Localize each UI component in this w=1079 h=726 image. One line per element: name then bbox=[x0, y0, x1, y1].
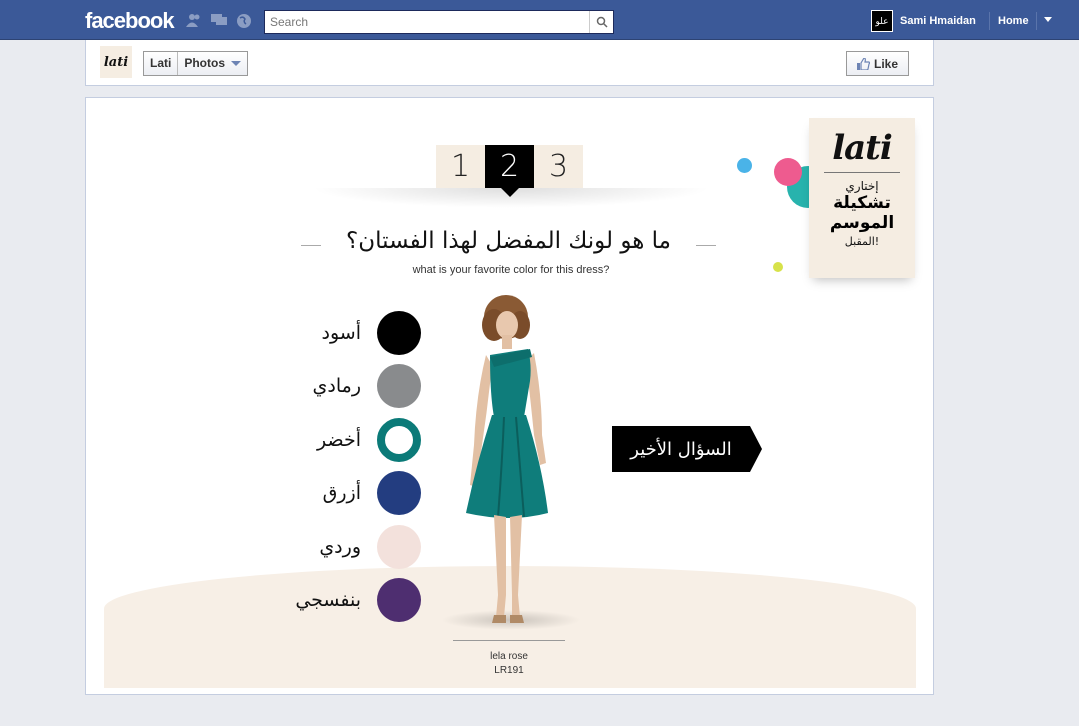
color-option-gray[interactable]: رمادي bbox=[236, 364, 421, 408]
badge-divider bbox=[824, 172, 900, 173]
facebook-top-bar: facebook علو Sami Hmaidan Home bbox=[0, 0, 1079, 40]
quiz-app-card: 1 2 3 ما هو لونك المفضل لهذا الفستان؟ wh… bbox=[85, 97, 934, 695]
chevron-down-icon bbox=[231, 61, 242, 66]
like-button[interactable]: Like bbox=[846, 51, 909, 76]
topbar-divider bbox=[989, 12, 990, 30]
breadcrumb-page-link[interactable]: Lati bbox=[144, 52, 179, 75]
model-in-dress-image bbox=[466, 295, 548, 623]
color-swatch-gray[interactable] bbox=[377, 364, 421, 408]
thumbs-up-icon bbox=[856, 57, 870, 70]
search-icon bbox=[596, 16, 608, 28]
color-option-black[interactable]: أسود bbox=[236, 311, 421, 355]
color-option-blue[interactable]: أزرق bbox=[236, 471, 421, 515]
search-box bbox=[264, 10, 614, 34]
badge-line-3: الموسم bbox=[829, 213, 895, 233]
breadcrumb: Lati Photos bbox=[143, 51, 249, 76]
question-english: what is your favorite color for this dre… bbox=[412, 264, 610, 276]
like-label: Like bbox=[873, 56, 898, 71]
step-3[interactable]: 3 bbox=[534, 145, 583, 188]
friend-requests-icon[interactable] bbox=[186, 13, 202, 27]
badge-line-2: تشكيلة bbox=[833, 193, 891, 213]
step-2-active[interactable]: 2 bbox=[485, 145, 534, 197]
page-header: lati Lati Photos Like bbox=[85, 40, 934, 86]
topbar-divider bbox=[1036, 12, 1037, 30]
color-swatch-green-selected[interactable] bbox=[377, 418, 421, 462]
notifications-globe-icon[interactable] bbox=[236, 13, 252, 28]
search-button[interactable] bbox=[589, 11, 613, 33]
step-1[interactable]: 1 bbox=[436, 145, 485, 188]
page-logo[interactable]: lati bbox=[100, 46, 132, 78]
color-label: وردي bbox=[319, 536, 361, 558]
title-rule-right bbox=[696, 245, 716, 246]
designer-name: lela rose bbox=[490, 651, 528, 662]
color-label: أخضر bbox=[317, 429, 361, 451]
step-indicator: 1 2 3 bbox=[436, 145, 583, 197]
lati-promo-badge[interactable]: lati إختاري تشكيلة الموسم المقبل! bbox=[809, 118, 915, 278]
badge-line-1: إختاري bbox=[845, 179, 879, 193]
badge-logo: lati bbox=[832, 128, 893, 168]
color-swatch-purple[interactable] bbox=[377, 578, 421, 622]
user-avatar[interactable]: علو bbox=[871, 10, 893, 32]
color-option-purple[interactable]: بنفسجي bbox=[236, 578, 421, 622]
messages-icon[interactable] bbox=[211, 13, 227, 27]
decorative-dot-blue bbox=[737, 158, 752, 173]
color-label: أزرق bbox=[322, 482, 361, 504]
home-link[interactable]: Home bbox=[998, 15, 1029, 27]
color-swatch-pink[interactable] bbox=[377, 525, 421, 569]
designer-divider bbox=[453, 640, 565, 641]
color-label: بنفسجي bbox=[295, 589, 361, 611]
search-input[interactable] bbox=[265, 11, 590, 33]
account-menu-chevron-icon[interactable] bbox=[1044, 17, 1052, 22]
breadcrumb-photos-dropdown[interactable]: Photos bbox=[178, 52, 247, 75]
decorative-dot-pink bbox=[774, 158, 802, 186]
color-swatch-blue[interactable] bbox=[377, 471, 421, 515]
color-swatch-black[interactable] bbox=[377, 311, 421, 355]
color-label: رمادي bbox=[312, 375, 361, 397]
facebook-logo[interactable]: facebook bbox=[85, 8, 175, 34]
question-arabic: ما هو لونك المفضل لهذا الفستان؟ bbox=[346, 228, 671, 254]
dress-code: LR191 bbox=[494, 665, 524, 676]
user-name-link[interactable]: Sami Hmaidan bbox=[900, 15, 976, 27]
decorative-dot-yellow bbox=[773, 262, 783, 272]
color-option-green-selected[interactable]: أخضر bbox=[236, 418, 421, 462]
color-label: أسود bbox=[321, 322, 361, 344]
color-option-pink[interactable]: وردي bbox=[236, 525, 421, 569]
last-question-button[interactable]: السؤال الأخير bbox=[612, 426, 762, 472]
badge-line-4: المقبل! bbox=[844, 235, 880, 248]
breadcrumb-photos-label: Photos bbox=[184, 56, 226, 70]
